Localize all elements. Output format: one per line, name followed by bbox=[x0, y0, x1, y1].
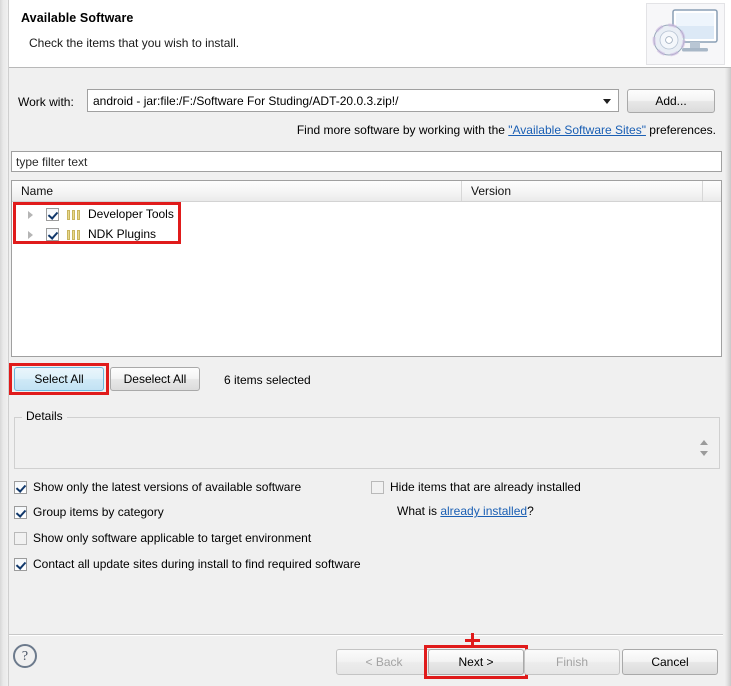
cancel-button[interactable]: Cancel bbox=[622, 649, 718, 675]
option-label: Group items by category bbox=[33, 505, 164, 519]
crosshair-plus-cursor bbox=[465, 633, 480, 648]
option-checkbox[interactable] bbox=[14, 558, 27, 571]
deselect-all-button[interactable]: Deselect All bbox=[110, 367, 200, 391]
category-icon bbox=[67, 210, 82, 220]
option-checkbox[interactable] bbox=[14, 532, 27, 545]
work-with-label: Work with: bbox=[18, 95, 74, 109]
row-checkbox[interactable] bbox=[46, 228, 59, 241]
spinner-up-down-icon[interactable] bbox=[697, 438, 710, 462]
already-installed-link[interactable]: already installed bbox=[440, 504, 527, 518]
what-is-suffix: ? bbox=[527, 504, 534, 518]
category-icon bbox=[67, 230, 82, 240]
column-header-version[interactable]: Version bbox=[471, 184, 511, 198]
expand-arrow-icon[interactable] bbox=[28, 211, 33, 219]
page-title: Available Software bbox=[21, 11, 134, 25]
tree-header: Name Version bbox=[12, 181, 721, 202]
available-software-sites-link[interactable]: "Available Software Sites" bbox=[508, 123, 646, 137]
option-checkbox[interactable] bbox=[371, 481, 384, 494]
option-label: Contact all update sites during install … bbox=[33, 557, 361, 571]
items-selected-status: 6 items selected bbox=[224, 373, 311, 387]
filter-input[interactable]: type filter text bbox=[11, 151, 722, 172]
finish-button: Finish bbox=[524, 649, 620, 675]
row-label: Developer Tools bbox=[88, 207, 174, 221]
wizard-banner: Available Software Check the items that … bbox=[9, 0, 731, 68]
option-label: Hide items that are already installed bbox=[390, 480, 581, 494]
monitor-with-disc-icon bbox=[646, 3, 725, 65]
what-is-already-installed: What is already installed? bbox=[397, 504, 534, 518]
expand-arrow-icon[interactable] bbox=[28, 231, 33, 239]
find-more-prefix: Find more software by working with the bbox=[296, 123, 509, 137]
details-group bbox=[14, 417, 720, 469]
add-site-button[interactable]: Add... bbox=[627, 89, 715, 113]
work-with-value: android - jar:file:/F:/Software For Stud… bbox=[93, 94, 399, 108]
option-label: Show only software applicable to target … bbox=[33, 531, 312, 545]
select-all-button[interactable]: Select All bbox=[14, 367, 104, 391]
table-row[interactable]: NDK Plugins bbox=[12, 225, 721, 244]
find-more-software-text: Find more software by working with the "… bbox=[0, 123, 716, 137]
option-label: Show only the latest versions of availab… bbox=[33, 480, 302, 494]
option-checkbox[interactable] bbox=[14, 506, 27, 519]
option-checkbox[interactable] bbox=[14, 481, 27, 494]
what-is-prefix: What is bbox=[397, 504, 441, 518]
column-header-name[interactable]: Name bbox=[21, 184, 53, 198]
next-button[interactable]: Next > bbox=[428, 649, 524, 675]
chevron-down-icon[interactable] bbox=[603, 99, 611, 104]
install-wizard-dialog: Available Software Check the items that … bbox=[0, 0, 731, 686]
table-row[interactable]: Developer Tools bbox=[12, 205, 721, 224]
question-mark-icon[interactable]: ? bbox=[13, 644, 37, 668]
work-with-combo[interactable]: android - jar:file:/F:/Software For Stud… bbox=[87, 89, 619, 112]
filter-input-text: type filter text bbox=[16, 155, 88, 169]
row-label: NDK Plugins bbox=[88, 227, 157, 241]
back-button: < Back bbox=[336, 649, 432, 675]
window-frame-right bbox=[725, 0, 731, 686]
details-label: Details bbox=[22, 409, 67, 423]
page-subtitle: Check the items that you wish to install… bbox=[29, 36, 240, 50]
window-frame-left bbox=[0, 0, 9, 686]
row-checkbox[interactable] bbox=[46, 208, 59, 221]
available-software-tree[interactable]: Name Version Developer Tools NDK Plugins bbox=[11, 180, 722, 357]
find-more-suffix: preferences. bbox=[645, 123, 716, 137]
